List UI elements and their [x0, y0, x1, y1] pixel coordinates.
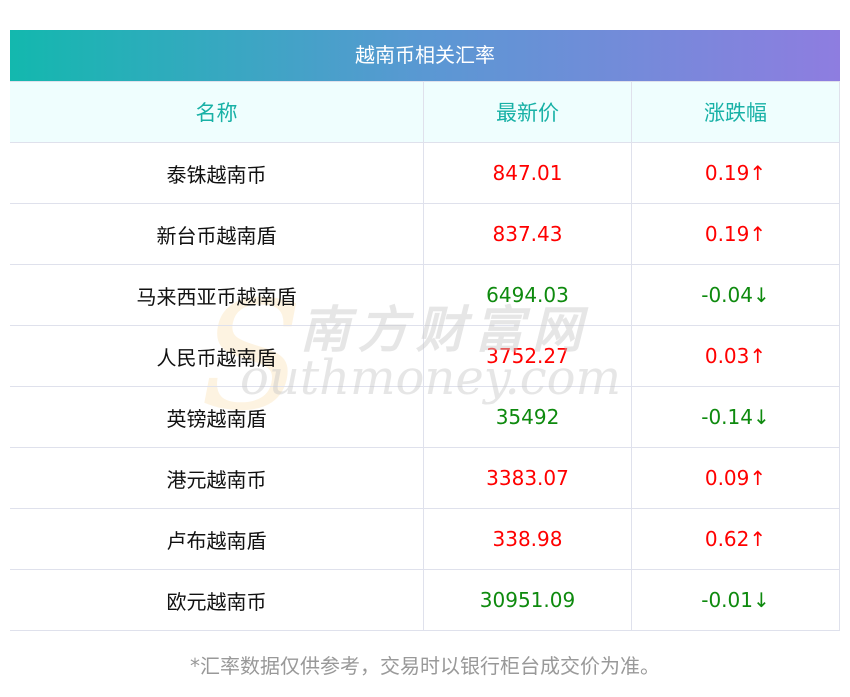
- exchange-rate-table: 名称 最新价 涨跌幅 泰铢越南币 847.01 0.19↑ 新台币越南盾 837.43 0…: [10, 81, 840, 631]
- latest-price: 3752.27: [423, 325, 632, 387]
- table-row[interactable]: 卢布越南盾 338.98 0.62↑: [10, 508, 840, 570]
- header-name: 名称: [10, 81, 424, 143]
- table-row[interactable]: 欧元越南币 30951.09 -0.01↓: [10, 569, 840, 631]
- latest-price: 35492: [423, 386, 632, 448]
- change-percent: 0.09↑: [631, 447, 840, 509]
- change-percent: -0.04↓: [631, 264, 840, 326]
- latest-price: 847.01: [423, 142, 632, 204]
- table-header-row: 名称 最新价 涨跌幅: [10, 81, 840, 143]
- latest-price: 3383.07: [423, 447, 632, 509]
- currency-pair-name: 欧元越南币: [10, 569, 424, 631]
- disclaimer-note: *汇率数据仅供参考，交易时以银行柜台成交价为准。: [190, 654, 660, 678]
- latest-price: 338.98: [423, 508, 632, 570]
- currency-pair-name: 人民币越南盾: [10, 325, 424, 387]
- header-price: 最新价: [423, 81, 632, 143]
- currency-pair-name: 港元越南币: [10, 447, 424, 509]
- header-change: 涨跌幅: [631, 81, 840, 143]
- table-title: 越南币相关汇率: [10, 30, 840, 81]
- currency-pair-name: 马来西亚币越南盾: [10, 264, 424, 326]
- table-row[interactable]: 马来西亚币越南盾 6494.03 -0.04↓: [10, 264, 840, 326]
- table-row[interactable]: 泰铢越南币 847.01 0.19↑: [10, 142, 840, 204]
- latest-price: 837.43: [423, 203, 632, 265]
- change-percent: 0.19↑: [631, 142, 840, 204]
- table-row[interactable]: 人民币越南盾 3752.27 0.03↑: [10, 325, 840, 387]
- change-percent: 0.19↑: [631, 203, 840, 265]
- change-percent: 0.62↑: [631, 508, 840, 570]
- currency-pair-name: 泰铢越南币: [10, 142, 424, 204]
- change-percent: 0.03↑: [631, 325, 840, 387]
- currency-pair-name: 英镑越南盾: [10, 386, 424, 448]
- table-row[interactable]: 港元越南币 3383.07 0.09↑: [10, 447, 840, 509]
- currency-pair-name: 卢布越南盾: [10, 508, 424, 570]
- currency-pair-name: 新台币越南盾: [10, 203, 424, 265]
- latest-price: 6494.03: [423, 264, 632, 326]
- latest-price: 30951.09: [423, 569, 632, 631]
- table-row[interactable]: 新台币越南盾 837.43 0.19↑: [10, 203, 840, 265]
- change-percent: -0.01↓: [631, 569, 840, 631]
- table-row[interactable]: 英镑越南盾 35492 -0.14↓: [10, 386, 840, 448]
- change-percent: -0.14↓: [631, 386, 840, 448]
